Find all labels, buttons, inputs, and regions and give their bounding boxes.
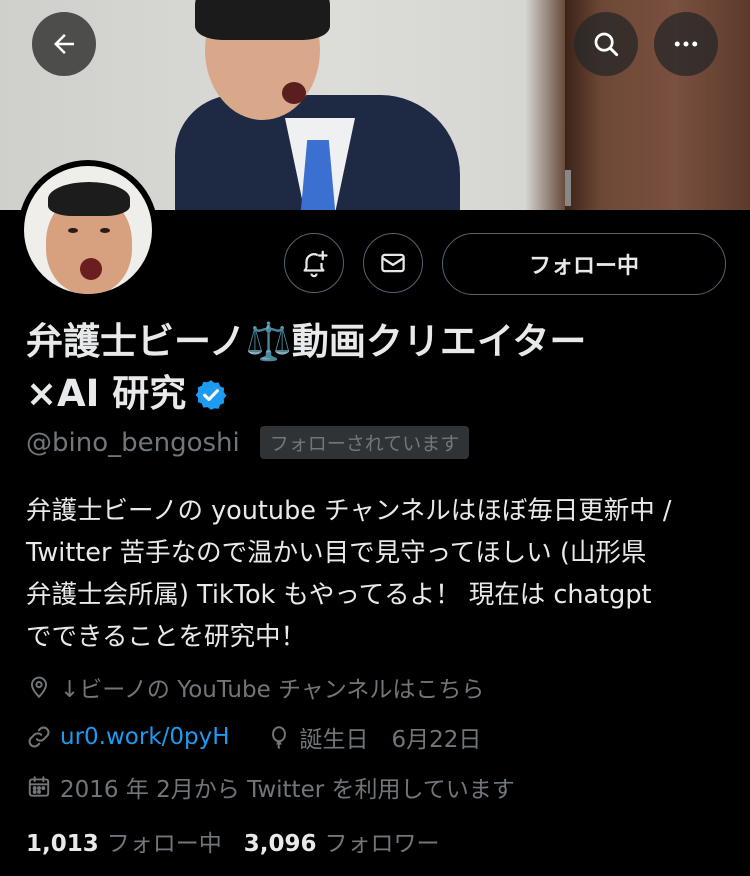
avatar-eye (68, 228, 78, 233)
avatar-mouth (80, 258, 102, 280)
followers-label[interactable]: フォロワー (325, 824, 440, 858)
location-pin-icon (30, 676, 48, 699)
search-icon (594, 32, 619, 57)
joined-text: 2016 年 2月から Twitter を利用しています (60, 777, 515, 803)
profile-link[interactable]: ur0.work/0pyH (60, 724, 230, 750)
balloon-icon (271, 726, 286, 749)
banner-hair (195, 0, 330, 40)
message-button[interactable] (363, 233, 423, 293)
bio: 弁護士ビーノの youtube チャンネルはほぼ毎日更新中 / Twitter … (26, 490, 726, 658)
following-label[interactable]: フォロー中 (107, 824, 222, 858)
user-handle: @bino_bengoshi (26, 427, 240, 458)
location-text: ↓ビーノの YouTube チャンネルはこちら (60, 677, 485, 703)
avatar (24, 166, 152, 294)
bio-line: Twitter 苦手なので温かい目で見守ってほしい (山形県 (26, 538, 647, 568)
link-birthday-row: ur0.work/0pyH 誕生日 6月22日 (26, 720, 481, 754)
display-name-line1: 弁護士ビーノ⚖️動画クリエイター (26, 320, 587, 363)
bell-plus-icon (303, 250, 328, 278)
follow-stats: 1,013 フォロー中 3,096 フォロワー (26, 824, 462, 858)
joined-row: 2016 年 2月から Twitter を利用しています (26, 770, 515, 804)
link-icon (28, 726, 50, 748)
banner-mouth (282, 82, 306, 104)
banner-door-hinge (565, 170, 571, 206)
birthday-text: 誕生日 6月22日 (299, 727, 482, 753)
more-button[interactable] (654, 12, 718, 76)
following-count[interactable]: 1,013 (26, 831, 99, 857)
avatar-container[interactable] (18, 160, 158, 300)
bio-line: 弁護士会所属) TikTok もやってるよ！ 現在は chatgpt (26, 580, 652, 610)
location-row: ↓ビーノの YouTube チャンネルはこちら (26, 670, 484, 704)
display-name: 弁護士ビーノ⚖️動画クリエイター ×AI 研究 (26, 316, 726, 420)
more-horizontal-icon (674, 41, 698, 47)
handle-row: @bino_bengoshi フォローされています (26, 426, 470, 459)
back-button[interactable] (32, 12, 96, 76)
search-button[interactable] (574, 12, 638, 76)
avatar-hair (48, 182, 130, 216)
display-name-line2-row: ×AI 研究 (26, 368, 726, 420)
followers-count[interactable]: 3,096 (244, 831, 317, 857)
arrow-left-icon (54, 34, 74, 54)
notify-button[interactable] (284, 233, 344, 293)
avatar-eye (100, 228, 110, 233)
follows-you-badge: フォローされています (259, 426, 470, 459)
display-name-line2: ×AI 研究 (26, 372, 187, 415)
verified-badge-icon[interactable] (194, 378, 228, 412)
bio-line: でできることを研究中！ (26, 622, 306, 652)
bio-line: 弁護士ビーノの youtube チャンネルはほぼ毎日更新中 / (26, 496, 672, 526)
calendar-icon (28, 776, 50, 797)
mail-icon (381, 253, 405, 273)
following-button[interactable]: フォロー中 (442, 233, 726, 295)
